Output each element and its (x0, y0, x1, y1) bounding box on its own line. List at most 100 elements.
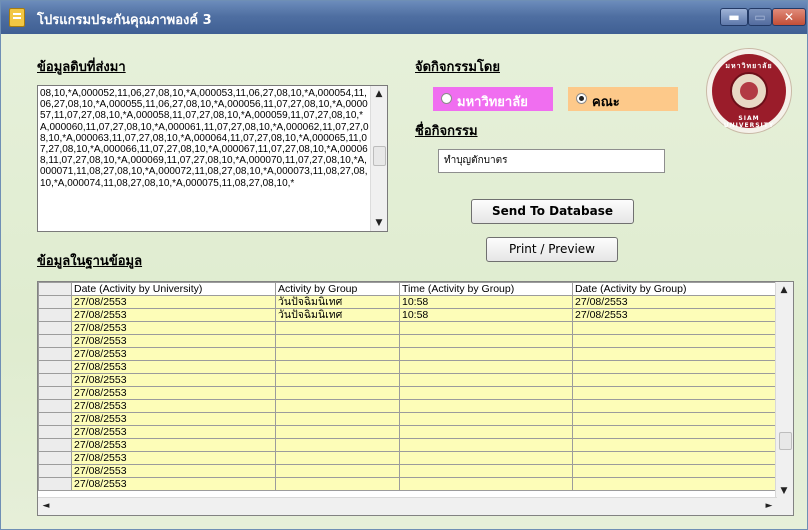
grid-horizontal-scrollbar[interactable]: ◄ ► (38, 497, 777, 515)
raw-data-scrollbar[interactable]: ▲ ▼ (370, 86, 387, 231)
table-row[interactable]: 27/08/2553 วันปัจฉิมนิเทศ 10:58 27/08/2553 (38, 295, 778, 309)
table-row[interactable]: 27/08/2553 (38, 334, 778, 348)
table-cell[interactable] (275, 360, 400, 374)
table-cell[interactable]: 27/08/2553 (71, 321, 276, 335)
table-cell[interactable]: วันปัจฉิมนิเทศ (275, 308, 400, 322)
table-cell[interactable]: 27/08/2553 (71, 425, 276, 439)
column-header[interactable]: Time (Activity by Group) (399, 282, 573, 296)
table-row[interactable]: 27/08/2553 (38, 451, 778, 465)
table-cell[interactable] (275, 464, 400, 478)
scroll-left-arrow-icon[interactable]: ◄ (38, 498, 54, 514)
table-cell[interactable] (572, 399, 778, 413)
row-header[interactable] (38, 295, 72, 309)
title-bar[interactable]: โปรแกรมประกันคุณภาพองค์ 3 ▬ ▭ ✕ (1, 1, 807, 34)
table-cell[interactable]: 10:58 (399, 308, 573, 322)
table-cell[interactable] (275, 386, 400, 400)
radio-faculty-indicator[interactable] (576, 93, 587, 104)
table-cell[interactable] (275, 451, 400, 465)
table-cell[interactable]: 27/08/2553 (71, 438, 276, 452)
table-cell[interactable] (399, 412, 573, 426)
row-header[interactable] (38, 477, 72, 491)
raw-data-textbox[interactable]: 08,10,*A,000052,11,06,27,08,10,*A,000053… (37, 85, 388, 232)
table-cell[interactable] (572, 477, 778, 491)
table-cell[interactable]: 27/08/2553 (71, 360, 276, 374)
table-row[interactable]: 27/08/2553 (38, 399, 778, 413)
table-row[interactable]: 27/08/2553 (38, 477, 778, 491)
radio-university-label[interactable]: มหาวิทยาลัย (457, 91, 528, 112)
table-cell[interactable] (399, 386, 573, 400)
print-preview-button[interactable]: Print / Preview (486, 237, 618, 262)
table-cell[interactable]: 27/08/2553 (71, 451, 276, 465)
database-grid[interactable]: Date (Activity by University) Activity b… (37, 281, 794, 516)
table-cell[interactable] (399, 347, 573, 361)
table-cell[interactable]: 27/08/2553 (71, 334, 276, 348)
table-cell[interactable] (572, 425, 778, 439)
column-header[interactable]: Date (Activity by Group) (572, 282, 778, 296)
app-icon[interactable] (9, 8, 25, 27)
table-cell[interactable] (572, 373, 778, 387)
table-row[interactable]: 27/08/2553 (38, 321, 778, 335)
grid-scroll-thumb[interactable] (779, 432, 792, 450)
table-cell[interactable]: 27/08/2553 (71, 477, 276, 491)
minimize-button[interactable]: ▬ (720, 8, 748, 26)
row-header[interactable] (38, 386, 72, 400)
row-header[interactable] (38, 321, 72, 335)
table-cell[interactable] (275, 477, 400, 491)
row-header[interactable] (38, 438, 72, 452)
table-cell[interactable] (572, 464, 778, 478)
table-cell[interactable]: 27/08/2553 (71, 308, 276, 322)
table-row[interactable]: 27/08/2553 (38, 386, 778, 400)
column-header[interactable]: Activity by Group (275, 282, 400, 296)
table-cell[interactable]: 27/08/2553 (71, 373, 276, 387)
scroll-down-arrow-icon[interactable]: ▼ (776, 483, 792, 499)
row-header[interactable] (38, 334, 72, 348)
table-cell[interactable] (572, 360, 778, 374)
table-cell[interactable]: 27/08/2553 (71, 464, 276, 478)
table-row[interactable]: 27/08/2553 (38, 360, 778, 374)
table-cell[interactable] (399, 477, 573, 491)
table-cell[interactable] (572, 321, 778, 335)
table-cell[interactable] (572, 451, 778, 465)
table-cell[interactable]: 27/08/2553 (71, 412, 276, 426)
table-cell[interactable]: 10:58 (399, 295, 573, 309)
table-cell[interactable] (572, 386, 778, 400)
table-cell[interactable]: 27/08/2553 (572, 295, 778, 309)
table-cell[interactable] (275, 399, 400, 413)
row-header[interactable] (38, 347, 72, 361)
table-cell[interactable] (572, 438, 778, 452)
table-cell[interactable] (572, 347, 778, 361)
column-header[interactable]: Date (Activity by University) (71, 282, 276, 296)
table-cell[interactable] (275, 321, 400, 335)
table-row[interactable]: 27/08/2553 (38, 412, 778, 426)
activity-name-input[interactable]: ทำบุญตักบาตร (438, 149, 665, 173)
table-cell[interactable] (275, 334, 400, 348)
close-button[interactable]: ✕ (772, 8, 806, 26)
raw-data-text[interactable]: 08,10,*A,000052,11,06,27,08,10,*A,000053… (38, 86, 371, 231)
radio-faculty[interactable]: คณะ (568, 87, 678, 111)
table-cell[interactable] (275, 373, 400, 387)
row-header[interactable] (38, 399, 72, 413)
scroll-up-arrow-icon[interactable]: ▲ (371, 86, 387, 102)
row-header[interactable] (38, 464, 72, 478)
table-cell[interactable] (275, 347, 400, 361)
table-cell[interactable]: 27/08/2553 (71, 386, 276, 400)
table-cell[interactable] (399, 464, 573, 478)
table-cell[interactable]: 27/08/2553 (71, 347, 276, 361)
table-cell[interactable]: 27/08/2553 (71, 295, 276, 309)
radio-university[interactable]: มหาวิทยาลัย (433, 87, 553, 111)
table-row[interactable]: 27/08/2553 (38, 425, 778, 439)
row-header[interactable] (38, 451, 72, 465)
row-header[interactable] (38, 425, 72, 439)
row-header[interactable] (38, 308, 72, 322)
table-cell[interactable] (399, 399, 573, 413)
table-cell[interactable]: 27/08/2553 (71, 399, 276, 413)
row-header-corner[interactable] (38, 282, 72, 296)
table-row[interactable]: 27/08/2553 (38, 373, 778, 387)
table-cell[interactable] (572, 412, 778, 426)
table-cell[interactable] (399, 321, 573, 335)
table-cell[interactable] (399, 451, 573, 465)
scroll-down-arrow-icon[interactable]: ▼ (371, 215, 387, 231)
table-cell[interactable] (399, 373, 573, 387)
table-cell[interactable] (275, 412, 400, 426)
table-cell[interactable] (275, 438, 400, 452)
